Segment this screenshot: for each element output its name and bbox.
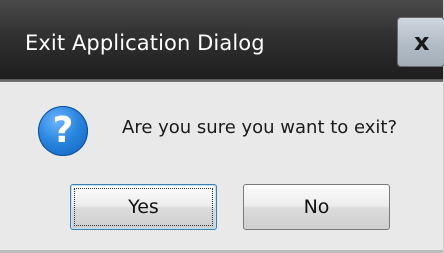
dialog-body: ? Are you sure you want to exit? Yes No (0, 82, 443, 253)
title-bar[interactable]: Exit Application Dialog x (0, 0, 444, 82)
close-icon: x (414, 28, 430, 56)
dialog-title: Exit Application Dialog (25, 31, 265, 55)
exit-dialog: Exit Application Dialog x ? Are you sure… (0, 0, 444, 253)
yes-button-label: Yes (128, 196, 159, 218)
question-icon: ? (38, 106, 88, 156)
no-button[interactable]: No (243, 184, 390, 230)
yes-button[interactable]: Yes (70, 184, 217, 230)
no-button-label: No (303, 196, 330, 218)
close-button[interactable]: x (397, 17, 444, 67)
question-mark-glyph: ? (52, 110, 74, 151)
confirmation-message: Are you sure you want to exit? (122, 117, 398, 138)
